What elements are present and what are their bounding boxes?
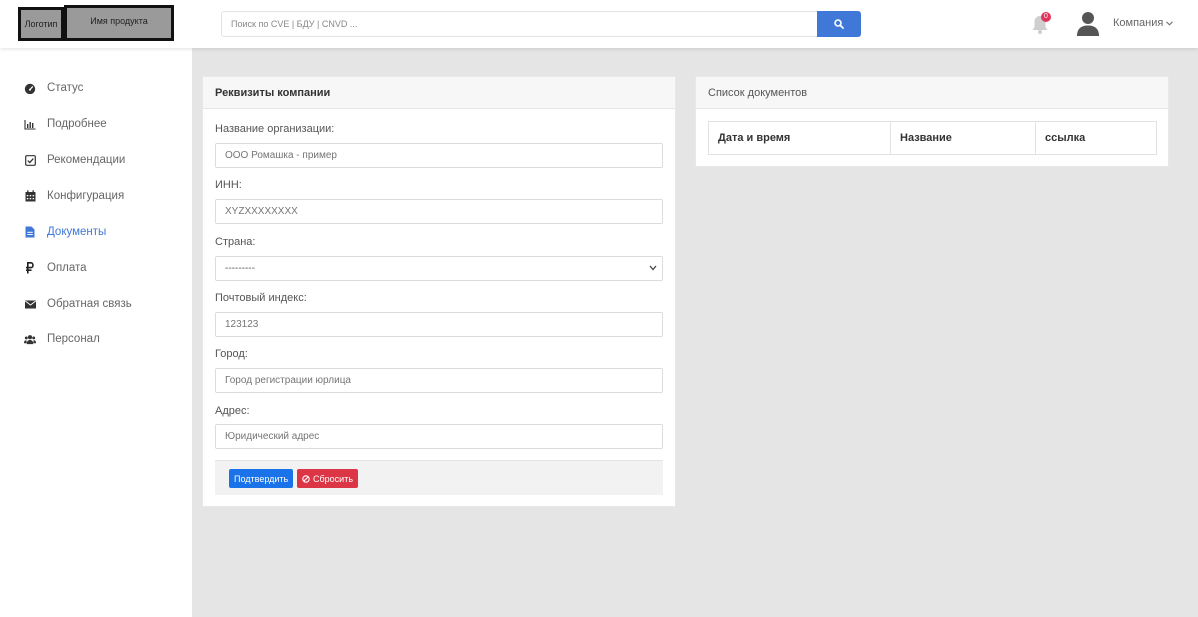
ban-icon — [302, 474, 310, 483]
country-select-value: --------- — [225, 263, 255, 274]
notification-badge: 0 — [1041, 12, 1051, 22]
calendar-icon — [24, 190, 36, 202]
top-header: Логотип Имя продукта 0 Компания — [0, 0, 1198, 48]
chevron-down-icon — [1166, 20, 1174, 26]
company-menu-label: Компания — [1113, 17, 1164, 29]
form-footer: Подтвердить Сбросить — [215, 460, 663, 495]
column-header-datetime[interactable]: Дата и время — [709, 122, 891, 154]
org-name-input[interactable] — [215, 143, 663, 168]
file-icon — [24, 226, 36, 238]
sidebar-item-details[interactable]: Подробнее — [24, 116, 107, 132]
city-input[interactable] — [215, 368, 663, 393]
inn-label: ИНН: — [215, 179, 242, 191]
city-label: Город: — [215, 348, 248, 360]
bar-chart-icon — [24, 118, 36, 130]
chevron-down-icon — [649, 265, 657, 271]
country-select[interactable]: --------- — [215, 256, 663, 281]
sidebar-item-documents[interactable]: Документы — [24, 224, 106, 240]
sidebar-item-label: Конфигурация — [47, 190, 125, 202]
company-menu[interactable]: Компания — [1113, 17, 1174, 29]
ruble-icon — [24, 262, 36, 274]
documents-table: Дата и время Название ссылка — [708, 121, 1157, 155]
card-title: Реквизиты компании — [203, 77, 675, 109]
postal-code-label: Почтовый индекс: — [215, 292, 307, 304]
sidebar-item-staff[interactable]: Персонал — [24, 331, 100, 347]
sidebar-item-label: Статус — [47, 82, 84, 94]
search-icon — [834, 19, 844, 29]
documents-card: Список документов Дата и время Название … — [695, 76, 1169, 167]
sidebar-item-label: Рекомендации — [47, 154, 126, 166]
company-details-card: Реквизиты компании Название организации:… — [202, 76, 676, 507]
sidebar-item-feedback[interactable]: Обратная связь — [24, 296, 132, 312]
product-name[interactable]: Имя продукта — [64, 5, 174, 41]
org-name-label: Название организации: — [215, 123, 335, 135]
sidebar-item-recommendations[interactable]: Рекомендации — [24, 152, 125, 168]
sidebar-item-status[interactable]: Статус — [24, 80, 83, 96]
envelope-icon — [24, 298, 36, 310]
users-icon — [24, 333, 36, 345]
logo[interactable]: Логотип — [18, 7, 64, 41]
country-label: Страна: — [215, 236, 256, 248]
sidebar-item-payment[interactable]: Оплата — [24, 260, 87, 276]
search-input[interactable] — [221, 11, 817, 37]
address-label: Адрес: — [215, 405, 250, 417]
inn-input[interactable] — [215, 199, 663, 224]
sidebar: Статус Подробнее Рекомендации Конфигурац… — [0, 48, 192, 617]
sidebar-item-label: Документы — [47, 226, 107, 238]
column-header-name[interactable]: Название — [891, 122, 1036, 154]
dashboard-icon — [24, 82, 36, 94]
sidebar-item-label: Персонал — [47, 333, 100, 345]
user-avatar-icon[interactable] — [1075, 10, 1101, 36]
submit-button-label: Подтвердить — [234, 473, 289, 484]
sidebar-item-label: Обратная связь — [47, 298, 132, 310]
search-button[interactable] — [817, 11, 861, 37]
postal-code-input[interactable] — [215, 312, 663, 337]
address-input[interactable] — [215, 424, 663, 449]
submit-button[interactable]: Подтвердить — [229, 469, 294, 488]
reset-button[interactable]: Сбросить — [297, 469, 359, 488]
sidebar-item-label: Подробнее — [47, 118, 107, 130]
column-header-link[interactable]: ссылка — [1036, 122, 1156, 154]
sidebar-item-configuration[interactable]: Конфигурация — [24, 188, 124, 204]
check-square-icon — [24, 154, 36, 166]
card-title: Список документов — [696, 77, 1168, 109]
sidebar-item-label: Оплата — [47, 262, 87, 274]
reset-button-label: Сбросить — [313, 473, 354, 484]
